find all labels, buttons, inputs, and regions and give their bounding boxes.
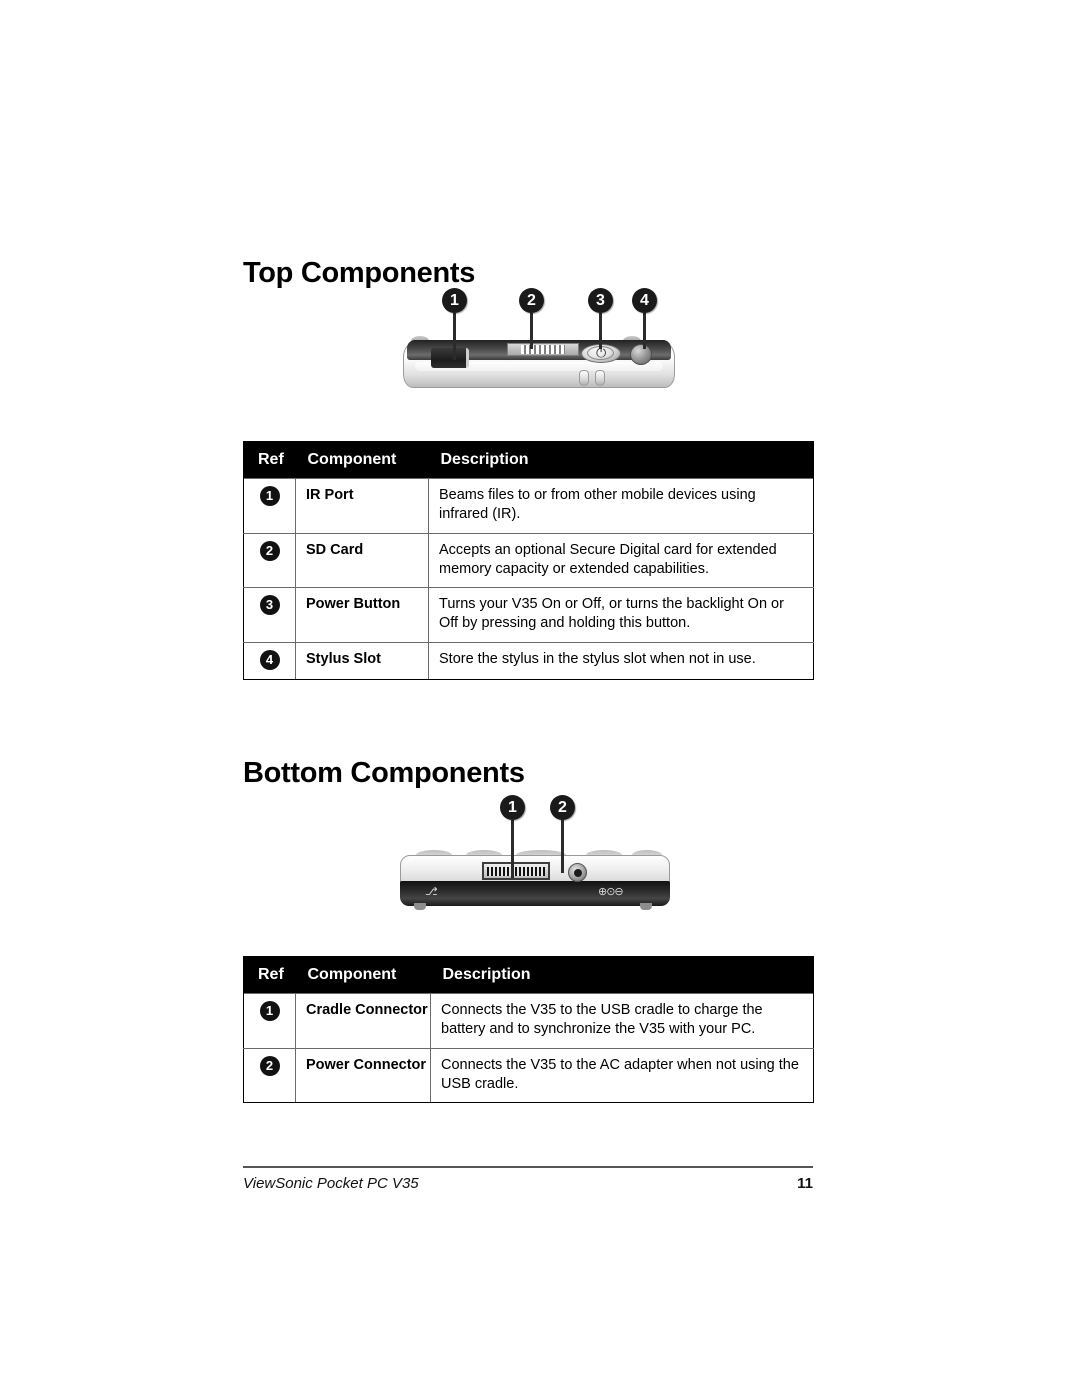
footer-page-number: 11 (797, 1175, 813, 1192)
cell-component: Power Button (295, 587, 429, 644)
components-table-bottom: Ref Component Description 1 Cradle Conne… (243, 956, 814, 1104)
section-heading-bottom-components: Bottom Components (243, 757, 525, 790)
cell-description: Connects the V35 to the AC adapter when … (430, 1047, 814, 1104)
table-row: 2 Power Connector Connects the V35 to th… (243, 1047, 814, 1104)
table-row: 1 Cradle Connector Connects the V35 to t… (243, 993, 814, 1049)
cell-component: SD Card (295, 532, 429, 589)
callout-marker-1: 1 (442, 288, 467, 313)
cell-ref: 3 (243, 587, 296, 644)
footer-document-title: ViewSonic Pocket PC V35 (243, 1175, 419, 1192)
column-header-component: Component (295, 441, 429, 479)
cell-description: Turns your V35 On or Off, or turns the b… (428, 587, 814, 644)
callout-leader-1 (511, 820, 514, 878)
section-heading-top-components: Top Components (243, 257, 476, 290)
cell-component: Stylus Slot (295, 642, 429, 681)
cell-description: Beams files to or from other mobile devi… (428, 478, 814, 534)
ref-badge-4: 4 (259, 650, 280, 671)
column-header-description: Description (428, 441, 814, 479)
cell-component: IR Port (295, 478, 429, 534)
figure-top-components: 1 2 3 4 ⏻ (395, 288, 685, 408)
callout-marker-2: 2 (519, 288, 544, 313)
components-table-top: Ref Component Description 1 IR Port Beam… (243, 441, 814, 681)
cell-component: Power Connector (295, 1047, 431, 1104)
cell-description: Store the stylus in the stylus slot when… (428, 642, 814, 681)
table-header-row: Ref Component Description (243, 956, 814, 994)
device-bottom-edge-dark (400, 881, 670, 906)
callout-marker-3: 3 (588, 288, 613, 313)
ref-badge-2: 2 (259, 540, 280, 561)
cell-ref: 2 (243, 1047, 296, 1104)
callout-leader-1 (453, 313, 456, 360)
ref-badge-3: 3 (259, 595, 280, 616)
cell-description: Connects the V35 to the USB cradle to ch… (430, 993, 814, 1049)
callout-leader-4 (643, 313, 646, 349)
callout-marker-2: 2 (550, 795, 575, 820)
reset-symbol-icon: ⎇ (425, 886, 438, 898)
cell-ref: 4 (243, 642, 296, 681)
cell-description: Accepts an optional Secure Digital card … (428, 532, 814, 589)
column-header-ref: Ref (243, 441, 296, 479)
table-header-row: Ref Component Description (243, 441, 814, 479)
device-foot-right (595, 370, 605, 386)
cell-component: Cradle Connector (295, 993, 431, 1049)
device-foot-left (414, 903, 426, 910)
callout-leader-2 (530, 313, 533, 349)
power-connector-hole (574, 869, 582, 877)
callout-marker-1: 1 (500, 795, 525, 820)
footer-divider (243, 1166, 813, 1168)
stylus-slot-icon (630, 344, 652, 365)
column-header-description: Description (430, 956, 814, 994)
table-row: 4 Stylus Slot Store the stylus in the st… (243, 642, 814, 681)
figure-bottom-components: 1 2 ⊕⊙⊖ ⎇ (390, 795, 680, 920)
callout-leader-3 (599, 313, 602, 349)
table-row: 1 IR Port Beams files to or from other m… (243, 478, 814, 534)
device-foot-left (579, 370, 589, 386)
callout-marker-4: 4 (632, 288, 657, 313)
sd-card-slot-teeth (521, 345, 565, 354)
cell-ref: 1 (243, 478, 296, 534)
polarity-symbol-icon: ⊕⊙⊖ (598, 886, 624, 898)
cell-ref: 1 (243, 993, 296, 1049)
ref-badge-1: 1 (259, 1001, 280, 1021)
ref-badge-1: 1 (259, 486, 280, 506)
ref-badge-2: 2 (259, 1055, 280, 1076)
column-header-ref: Ref (243, 956, 296, 994)
column-header-component: Component (295, 956, 431, 994)
cradle-connector-pins (487, 867, 545, 876)
ir-port-icon (431, 348, 469, 368)
callout-leader-2 (561, 820, 564, 873)
cell-ref: 2 (243, 532, 296, 589)
device-foot-right (640, 903, 652, 910)
table-row: 3 Power Button Turns your V35 On or Off,… (243, 587, 814, 644)
table-row: 2 SD Card Accepts an optional Secure Dig… (243, 532, 814, 589)
document-page: Top Components 1 2 3 4 ⏻ Ref Component D… (0, 0, 1080, 1397)
